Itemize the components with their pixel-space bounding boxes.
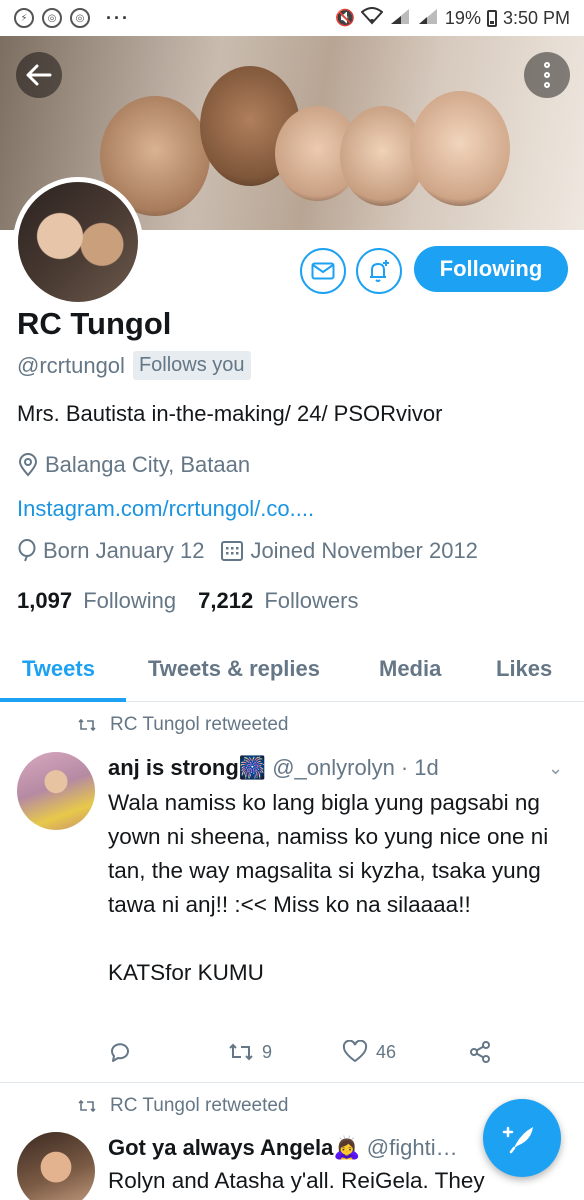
tab-tweets-replies[interactable]: Tweets & replies bbox=[148, 656, 320, 682]
profile-bio: Mrs. Bautista in-the-making/ 24/ PSORviv… bbox=[17, 401, 443, 426]
share-icon bbox=[470, 1041, 491, 1063]
balloon-icon bbox=[18, 539, 36, 562]
compose-feather-icon bbox=[502, 1126, 533, 1154]
clock: 3:50 PM bbox=[502, 7, 570, 28]
signal-icon bbox=[389, 7, 411, 30]
more-options-button[interactable] bbox=[524, 52, 570, 98]
more-notifications-icon: ··· bbox=[106, 7, 130, 28]
tweet-header: Got ya always Angela🙇‍♀️ @fighti… bbox=[108, 1135, 458, 1161]
retweet-context: RC Tungol retweeted bbox=[78, 1095, 289, 1117]
tweet-author-handle: @fighti… bbox=[366, 1135, 458, 1160]
location-pin-icon bbox=[18, 453, 38, 477]
retweet-context: RC Tungol retweeted bbox=[78, 714, 289, 736]
tweet-actions: 9 46 bbox=[108, 1040, 568, 1064]
battery-icon bbox=[486, 9, 497, 27]
status-bar-notifications: ⚡ ◎ ◎ ··· bbox=[14, 8, 130, 29]
followers-link[interactable]: 7,212 Followers bbox=[198, 588, 358, 614]
location-row: Balanga City, Bataan bbox=[17, 452, 250, 478]
status-bar-system: 🔇 19% 3:50 PM bbox=[335, 6, 570, 30]
calendar-icon bbox=[221, 541, 244, 561]
more-dot bbox=[544, 72, 550, 78]
share-button[interactable] bbox=[468, 1040, 492, 1064]
retweeted-by: RC Tungol retweeted bbox=[110, 714, 289, 735]
profile-handle: @rcrtungol bbox=[17, 352, 125, 378]
profile-avatar[interactable] bbox=[13, 177, 143, 307]
tab-tweets[interactable]: Tweets bbox=[22, 656, 95, 682]
more-vertical-icon bbox=[544, 62, 550, 68]
retweeted-by: RC Tungol retweeted bbox=[110, 1095, 289, 1116]
dates-row: Born January 12 Joined November 2012 bbox=[17, 538, 478, 564]
profile-birthday: Born January 12 bbox=[43, 538, 205, 563]
profile-tabs: Tweets Tweets & replies Media Likes bbox=[0, 640, 584, 702]
handle-row: @rcrtungol Follows you bbox=[17, 351, 251, 380]
reply-button[interactable] bbox=[108, 1040, 140, 1064]
tab-media[interactable]: Media bbox=[379, 656, 441, 682]
following-label: Following bbox=[83, 588, 177, 613]
retweet-icon bbox=[229, 1043, 253, 1061]
followers-label: Followers bbox=[264, 588, 359, 613]
mail-icon bbox=[311, 262, 335, 280]
heart-icon bbox=[342, 1040, 368, 1063]
tab-likes[interactable]: Likes bbox=[496, 656, 552, 682]
tweet-author-handle: @_onlyrolyn bbox=[272, 755, 395, 780]
tweet-author-name[interactable]: anj is strong🎆 bbox=[108, 755, 266, 781]
back-button[interactable] bbox=[16, 52, 62, 98]
retweet-icon bbox=[78, 1099, 96, 1113]
notifications-button[interactable] bbox=[356, 248, 402, 294]
follows-you-badge: Follows you bbox=[132, 351, 251, 380]
retweet-button[interactable]: 9 bbox=[228, 1041, 272, 1063]
tweet-time: · 1d bbox=[400, 755, 439, 780]
active-tab-indicator bbox=[0, 698, 126, 702]
following-button[interactable]: Following bbox=[414, 246, 568, 292]
chrome-icon: ◎ bbox=[70, 8, 90, 28]
profile-joined-date: Joined November 2012 bbox=[250, 538, 478, 563]
like-button[interactable]: 46 bbox=[342, 1040, 396, 1064]
more-dot bbox=[544, 82, 550, 88]
tweet-header: anj is strong🎆 @_onlyrolyn · 1d bbox=[108, 755, 439, 781]
followers-count: 7,212 bbox=[198, 588, 254, 613]
tweet-divider bbox=[0, 1082, 584, 1083]
profile-website-link[interactable]: Instagram.com/rcrtungol/.co.... bbox=[17, 496, 314, 522]
profile-location: Balanga City, Bataan bbox=[45, 452, 251, 477]
battery-percent: 19% bbox=[444, 7, 481, 28]
tweet-avatar[interactable] bbox=[17, 1132, 95, 1200]
reply-icon bbox=[111, 1043, 129, 1062]
mute-icon: 🔇 bbox=[335, 10, 355, 27]
wifi-icon bbox=[360, 6, 384, 30]
profile-name: RC Tungol bbox=[17, 306, 172, 341]
follow-counts: 1,097 Following 7,212 Followers bbox=[17, 588, 358, 614]
chrome-icon: ◎ bbox=[42, 8, 62, 28]
following-link[interactable]: 1,097 Following bbox=[17, 588, 176, 614]
bell-plus-icon bbox=[370, 260, 389, 282]
tweet-author-name[interactable]: Got ya always Angela🙇‍♀️ bbox=[108, 1135, 361, 1161]
tweet-text: Wala namiss ko lang bigla yung pagsabi n… bbox=[108, 790, 549, 985]
retweet-count: 9 bbox=[262, 1041, 273, 1062]
like-count: 46 bbox=[376, 1041, 397, 1062]
chevron-down-icon[interactable]: ⌄ bbox=[548, 758, 563, 779]
messenger-icon: ⚡ bbox=[14, 8, 34, 28]
signal-icon-2 bbox=[417, 7, 439, 30]
tweet-avatar[interactable] bbox=[17, 752, 95, 830]
compose-tweet-button[interactable] bbox=[483, 1099, 561, 1177]
status-bar: ⚡ ◎ ◎ ··· 🔇 19% 3:50 PM bbox=[0, 0, 584, 36]
retweet-icon bbox=[78, 718, 96, 732]
message-button[interactable] bbox=[300, 248, 346, 294]
arrow-left-icon bbox=[26, 64, 52, 86]
following-count: 1,097 bbox=[17, 588, 73, 613]
